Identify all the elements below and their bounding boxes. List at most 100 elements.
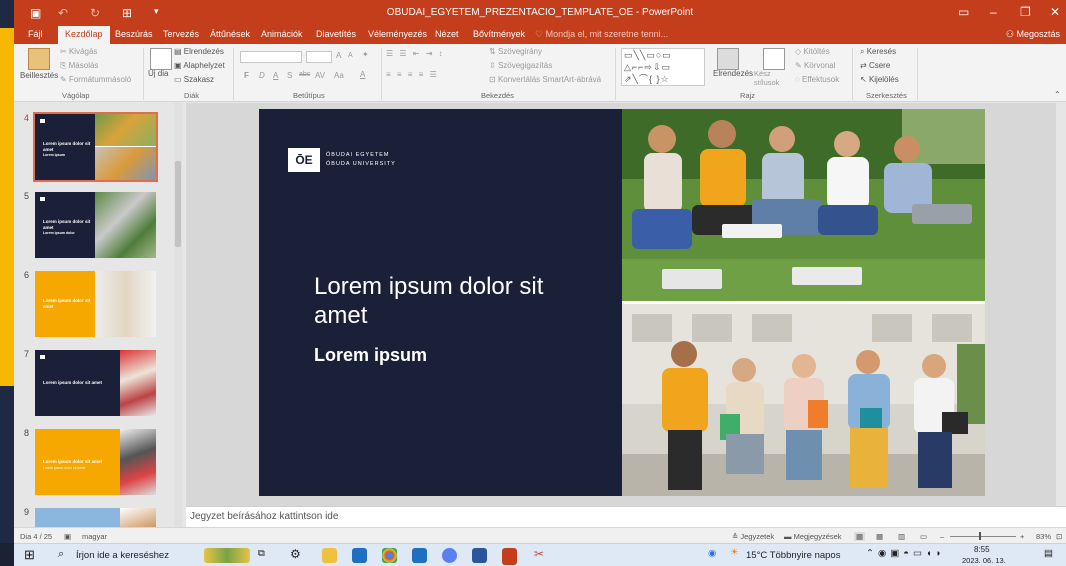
account-icon[interactable]: ◉ xyxy=(708,548,716,559)
bold-button[interactable]: F xyxy=(244,71,249,80)
arrange-icon[interactable] xyxy=(717,48,739,70)
reading-view-icon[interactable]: ▥ xyxy=(898,532,905,541)
tab-slideshow[interactable]: Diavetítés xyxy=(316,29,356,39)
change-case-button[interactable]: Aa xyxy=(334,71,344,80)
slide-thumbnail-7[interactable]: Lorem ipsum dolor sit amet xyxy=(35,350,156,416)
ribbon-options-icon[interactable]: ▭ xyxy=(958,5,969,19)
share-button[interactable]: ⚇ Megosztás xyxy=(1006,29,1060,40)
tab-design[interactable]: Tervezés xyxy=(163,29,199,39)
slide-sorter-icon[interactable]: ▦ xyxy=(876,532,883,541)
align-text-button[interactable]: ⇳ Szövegigazítás xyxy=(489,61,552,70)
slide-thumbnail-9[interactable] xyxy=(35,508,156,527)
slide-thumbnail-8[interactable]: Lorem ipsum dolor sit amet Lorem ipsum d… xyxy=(35,429,156,495)
layout-button[interactable]: ▤ Elrendezés xyxy=(174,47,224,56)
shape-fill-button[interactable]: ◇ Kitöltés xyxy=(795,47,830,56)
quick-styles-icon[interactable] xyxy=(763,48,785,70)
zoom-in-icon[interactable]: + xyxy=(1020,532,1024,541)
clock-date[interactable]: 2023. 06. 13. xyxy=(962,556,1006,565)
format-painter-button[interactable]: ✎ Formátummásoló xyxy=(60,75,131,84)
zoom-slider-thumb[interactable] xyxy=(979,532,981,540)
shapes-gallery[interactable]: ▭╲╲▭○▭ △⌐⌐⇨⇩▭ ⇗╲⌒{ }☆ xyxy=(621,48,705,86)
windows-start-icon[interactable]: ⊞ xyxy=(24,547,35,563)
grow-font-button[interactable]: A xyxy=(336,51,341,60)
slideshow-icon[interactable]: ▭ xyxy=(920,532,927,541)
tab-animations[interactable]: Animációk xyxy=(261,29,303,39)
chrome-icon[interactable] xyxy=(382,548,397,563)
arrange-button[interactable]: Elrendezés xyxy=(713,69,753,78)
clock-time[interactable]: 8:55 xyxy=(974,545,990,554)
slide-thumbnail-4[interactable]: Lorem ipsum dolor sit amet Lorem ipsum xyxy=(33,112,158,182)
current-slide[interactable]: ŌE ÓBUDAI EGYETEM ÓBUDA UNIVERSITY Lorem… xyxy=(259,109,985,496)
editor-scrollbar[interactable] xyxy=(1056,103,1066,506)
text-direction-button[interactable]: ⇅ Szövegirány xyxy=(489,47,542,56)
char-spacing-button[interactable]: AV xyxy=(315,71,325,80)
font-name-box[interactable] xyxy=(240,51,302,63)
shape-effects-button[interactable]: ◌ Effektusok xyxy=(795,75,839,84)
tell-me-search[interactable]: ♡ Mondja el, mit szeretne tenni... xyxy=(535,29,668,40)
slide-thumbnail-6[interactable]: Lorem ipsum dolor sit amet xyxy=(35,271,156,337)
mail-icon[interactable] xyxy=(412,548,427,563)
font-color-button[interactable]: A xyxy=(360,70,365,79)
quick-styles-button[interactable]: Kész stílusok xyxy=(754,69,796,87)
comments-toggle[interactable]: ▬ Megjegyzések xyxy=(784,532,842,541)
maximize-icon[interactable]: ❐ xyxy=(1020,5,1031,19)
thumbnail-scrollbar[interactable] xyxy=(174,103,182,527)
list-buttons[interactable]: ☰ ☰ ⇤ ⇥ ↕ xyxy=(386,49,445,58)
slide-title[interactable]: Lorem ipsum dolor sit amet xyxy=(314,272,584,331)
copy-button[interactable]: ⎘ Másolás xyxy=(60,61,98,71)
weather-text[interactable]: 15°C Többnyire napos xyxy=(746,550,840,561)
slide-thumbnail-5[interactable]: Lorem ipsum dolor sit amet Lorem ipsum d… xyxy=(35,192,156,258)
fit-slide-icon[interactable]: ⊡ xyxy=(1056,532,1062,541)
word-icon[interactable] xyxy=(472,548,487,563)
select-button[interactable]: ↖ Kijelölés xyxy=(860,75,899,84)
slide-subtitle[interactable]: Lorem ipsum xyxy=(314,345,427,366)
notes-pane[interactable]: Jegyzet beírásához kattintson ide xyxy=(186,506,1066,527)
spellcheck-icon[interactable]: ▣ xyxy=(64,532,71,541)
shrink-font-button[interactable]: A xyxy=(348,52,353,59)
tab-addins[interactable]: Bővítmények xyxy=(473,29,525,39)
align-buttons[interactable]: ≡ ≡ ≡ ≡ ☰ xyxy=(386,70,439,79)
reset-button[interactable]: ▣ Alaphelyzet xyxy=(174,61,225,70)
zoom-level[interactable]: 83% xyxy=(1036,532,1051,541)
system-tray-icons[interactable]: ⌃◉▣◓▭◖◗ xyxy=(866,548,945,559)
zoom-out-icon[interactable]: – xyxy=(940,532,944,541)
find-button[interactable]: ⌕ Keresés xyxy=(860,47,896,57)
smartart-button[interactable]: ⊡ Konvertálás SmartArt-ábrává xyxy=(489,75,601,84)
notes-toggle[interactable]: ≙ Jegyzetek xyxy=(732,532,774,541)
language-indicator[interactable]: magyar xyxy=(82,532,107,541)
powerpoint-icon[interactable] xyxy=(502,548,517,563)
minimize-icon[interactable]: – xyxy=(990,5,997,19)
search-icon[interactable]: ⌕ xyxy=(58,548,64,561)
shadow-button[interactable]: S xyxy=(287,71,292,80)
notifications-icon[interactable]: ▤ xyxy=(1044,548,1053,559)
snipping-tool-icon[interactable]: ✂ xyxy=(534,547,544,561)
font-size-box[interactable] xyxy=(306,51,332,63)
tab-insert[interactable]: Beszúrás xyxy=(115,29,153,39)
cut-button[interactable]: ✂ Kivágás xyxy=(60,47,97,56)
photo-students-sitting[interactable] xyxy=(622,109,985,301)
tab-view[interactable]: Nézet xyxy=(435,29,459,39)
collapse-ribbon-icon[interactable]: ⌃ xyxy=(1054,90,1061,99)
close-icon[interactable]: ✕ xyxy=(1050,5,1060,19)
paste-button[interactable]: Beillesztés xyxy=(20,71,58,80)
tab-review[interactable]: Véleményezés xyxy=(368,29,427,39)
normal-view-icon[interactable]: ▦ xyxy=(854,532,866,541)
app-icon[interactable] xyxy=(442,548,457,563)
zoom-slider[interactable] xyxy=(950,536,1016,537)
tab-home[interactable]: Kezdőlap xyxy=(58,26,110,44)
scrollbar-thumb[interactable] xyxy=(175,161,181,247)
tab-file[interactable]: Fájl xyxy=(28,29,43,39)
taskbar-search-box[interactable]: Írjon ide a kereséshez xyxy=(76,550,169,561)
file-explorer-icon[interactable] xyxy=(322,548,337,563)
weather-icon[interactable]: ☀ xyxy=(730,547,739,558)
tab-transitions[interactable]: Áttűnések xyxy=(210,29,250,39)
strikethrough-button[interactable]: abc xyxy=(299,71,310,78)
italic-button[interactable]: D xyxy=(259,71,265,80)
section-button[interactable]: ▭ Szakasz xyxy=(174,75,214,84)
new-slide-button[interactable]: Új dia xyxy=(148,69,168,78)
replace-button[interactable]: ⇄ Csere xyxy=(860,61,890,70)
shape-outline-button[interactable]: ✎ Körvonal xyxy=(795,61,836,70)
photo-students-standing[interactable] xyxy=(622,304,985,496)
new-slide-icon[interactable] xyxy=(150,48,172,70)
paste-icon[interactable] xyxy=(28,48,50,70)
